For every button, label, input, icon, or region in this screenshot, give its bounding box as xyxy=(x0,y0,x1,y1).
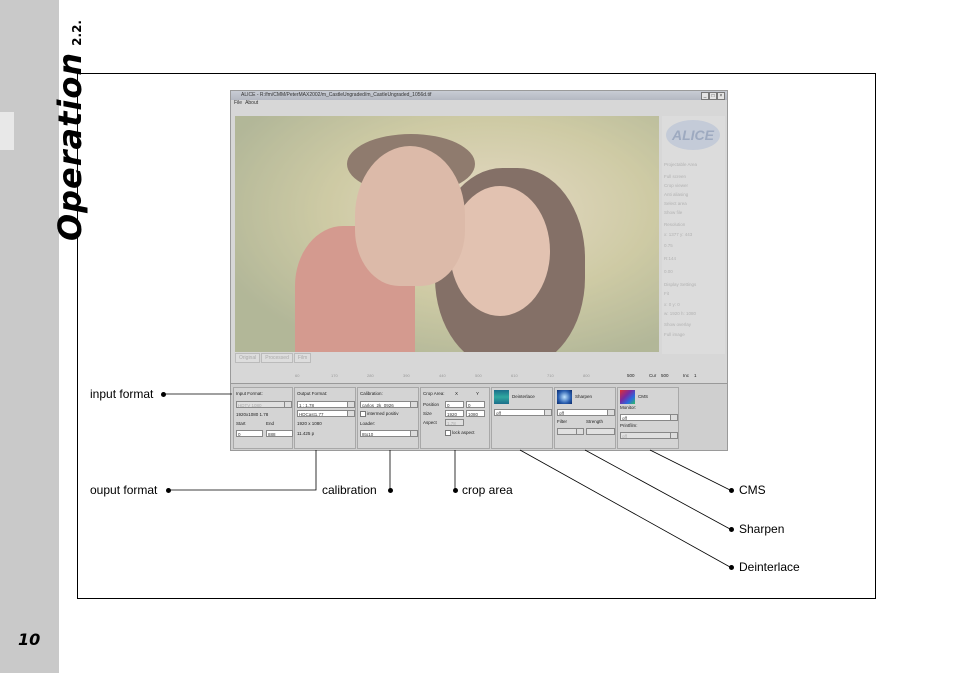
annotation-sharpen: Sharpen xyxy=(739,522,785,536)
callout-dot xyxy=(166,488,171,493)
callout-dot xyxy=(453,488,458,493)
annotation-calibration: calibration xyxy=(322,483,377,497)
callout-dot xyxy=(729,565,734,570)
annotation-crop-area: crop area xyxy=(462,483,513,497)
callout-dot xyxy=(388,488,393,493)
callout-line xyxy=(584,449,731,530)
annotation-output-format: ouput format xyxy=(90,483,158,497)
callout-dot xyxy=(729,527,734,532)
callout-line xyxy=(168,450,317,491)
callout-line xyxy=(649,449,731,491)
annotation-input-format: input format xyxy=(90,387,154,401)
callout-dot xyxy=(729,488,734,493)
callout-lines xyxy=(165,393,731,568)
callout-dot xyxy=(161,392,166,397)
callout-line xyxy=(519,449,731,568)
annotation-deinterlace: Deinterlace xyxy=(739,560,800,574)
annotation-cms: CMS xyxy=(739,483,766,497)
